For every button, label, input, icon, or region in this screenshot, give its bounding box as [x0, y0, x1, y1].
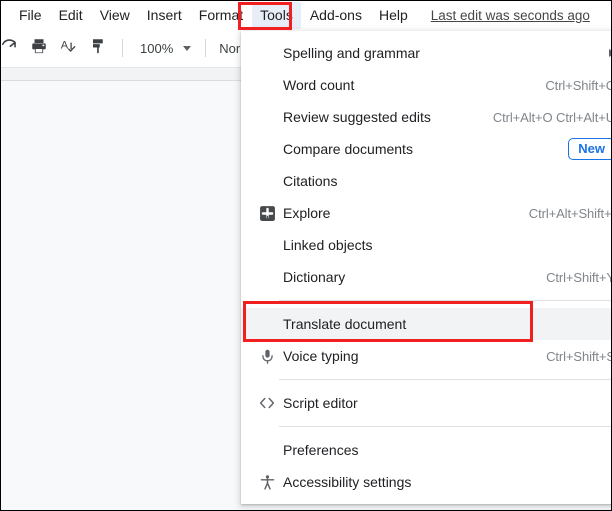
menu-item-accessibility-settings[interactable]: Accessibility settings: [241, 466, 611, 498]
menu-item-label: Preferences: [283, 442, 359, 458]
menu-item-label: Compare documents: [283, 141, 413, 157]
chevron-down-icon: [183, 45, 192, 51]
menu-item-label: Word count: [283, 77, 355, 93]
paint-format-icon: [90, 37, 108, 60]
docs-window: File Edit View Insert Format Tools Add-ons Help…: [0, 0, 612, 511]
tools-dropdown-menu: Spelling and grammar Word count Ctrl+Shift…: [241, 31, 612, 504]
toolbar-divider-2: [205, 39, 207, 57]
menu-item-label: Explore: [283, 205, 331, 221]
menu-item-label: Citations: [283, 173, 338, 189]
menu-item-spelling-and-grammar[interactable]: Spelling and grammar: [241, 37, 611, 69]
menubar-item-tools[interactable]: Tools: [252, 2, 301, 29]
print-icon: [30, 37, 48, 60]
microphone-icon: [255, 344, 279, 368]
menu-item-label: Accessibility settings: [283, 474, 412, 490]
redo-button[interactable]: [1, 34, 23, 62]
menu-item-label: Linked objects: [283, 237, 373, 253]
menu-item-label: Script editor: [283, 395, 358, 411]
menu-item-label: Review suggested edits: [283, 109, 431, 125]
menubar-item-help[interactable]: Help: [371, 2, 416, 29]
menu-item-word-count[interactable]: Word count Ctrl+Shift+C: [241, 69, 612, 101]
menu-item-compare-documents[interactable]: Compare documents New: [241, 133, 611, 165]
paint-format-button[interactable]: [85, 34, 113, 62]
menubar-item-file[interactable]: File: [11, 2, 50, 29]
svg-text:A: A: [60, 40, 68, 52]
menu-bar: File Edit View Insert Format Tools Add-ons Help…: [1, 1, 611, 30]
menubar-item-format[interactable]: Format: [191, 2, 251, 29]
menu-item-script-editor[interactable]: Script editor: [241, 387, 611, 419]
menu-item-review-suggested-edits[interactable]: Review suggested edits Ctrl+Alt+O Ctrl+Al…: [241, 101, 612, 133]
spelling-check-icon: A: [60, 36, 79, 60]
menu-item-label: Spelling and grammar: [283, 45, 420, 61]
menu-item-shortcut: Ctrl+Alt+Shift+I: [528, 205, 612, 221]
menu-item-shortcut: Ctrl+Alt+O Ctrl+Alt+U: [492, 109, 612, 125]
new-badge: New: [568, 138, 611, 160]
menu-item-preferences[interactable]: Preferences: [241, 434, 611, 466]
menu-item-citations[interactable]: Citations: [241, 165, 611, 197]
menu-item-voice-typing[interactable]: Voice typing Ctrl+Shift+S: [241, 340, 612, 372]
code-brackets-icon: [255, 391, 279, 415]
print-button[interactable]: [25, 34, 53, 62]
menu-item-label: Dictionary: [283, 269, 346, 285]
menu-divider: [279, 426, 611, 427]
menubar-item-view[interactable]: View: [92, 2, 138, 29]
zoom-selector[interactable]: 100%: [136, 41, 195, 56]
menu-item-shortcut: Ctrl+Shift+S: [546, 348, 612, 364]
menu-item-shortcut: Ctrl+Shift+Y: [546, 269, 612, 285]
menu-bar-items: File Edit View Insert Format Tools Add-ons Help: [11, 2, 417, 29]
menu-item-dictionary[interactable]: Dictionary Ctrl+Shift+Y: [241, 261, 612, 293]
menu-item-linked-objects[interactable]: Linked objects: [241, 229, 611, 261]
menubar-item-addons[interactable]: Add-ons: [302, 2, 370, 29]
menu-divider: [279, 300, 611, 301]
menu-item-shortcut: Ctrl+Shift+C: [545, 77, 612, 93]
explore-icon: [255, 201, 279, 225]
accessibility-person-icon: [255, 470, 279, 494]
menu-item-translate-document[interactable]: Translate document: [241, 308, 611, 340]
redo-icon: [1, 36, 19, 60]
toolbar-divider-1: [122, 39, 123, 57]
menubar-item-insert[interactable]: Insert: [139, 2, 190, 29]
menu-item-label: Translate document: [283, 316, 407, 332]
spelling-check-button[interactable]: A: [55, 34, 83, 62]
menubar-item-edit[interactable]: Edit: [51, 2, 91, 29]
zoom-value: 100%: [140, 40, 174, 56]
last-edit-status[interactable]: Last edit was seconds ago: [431, 8, 590, 23]
menu-item-label: Voice typing: [283, 348, 359, 364]
menu-divider: [279, 379, 611, 380]
menu-item-explore[interactable]: Explore Ctrl+Alt+Shift+I: [241, 197, 612, 229]
